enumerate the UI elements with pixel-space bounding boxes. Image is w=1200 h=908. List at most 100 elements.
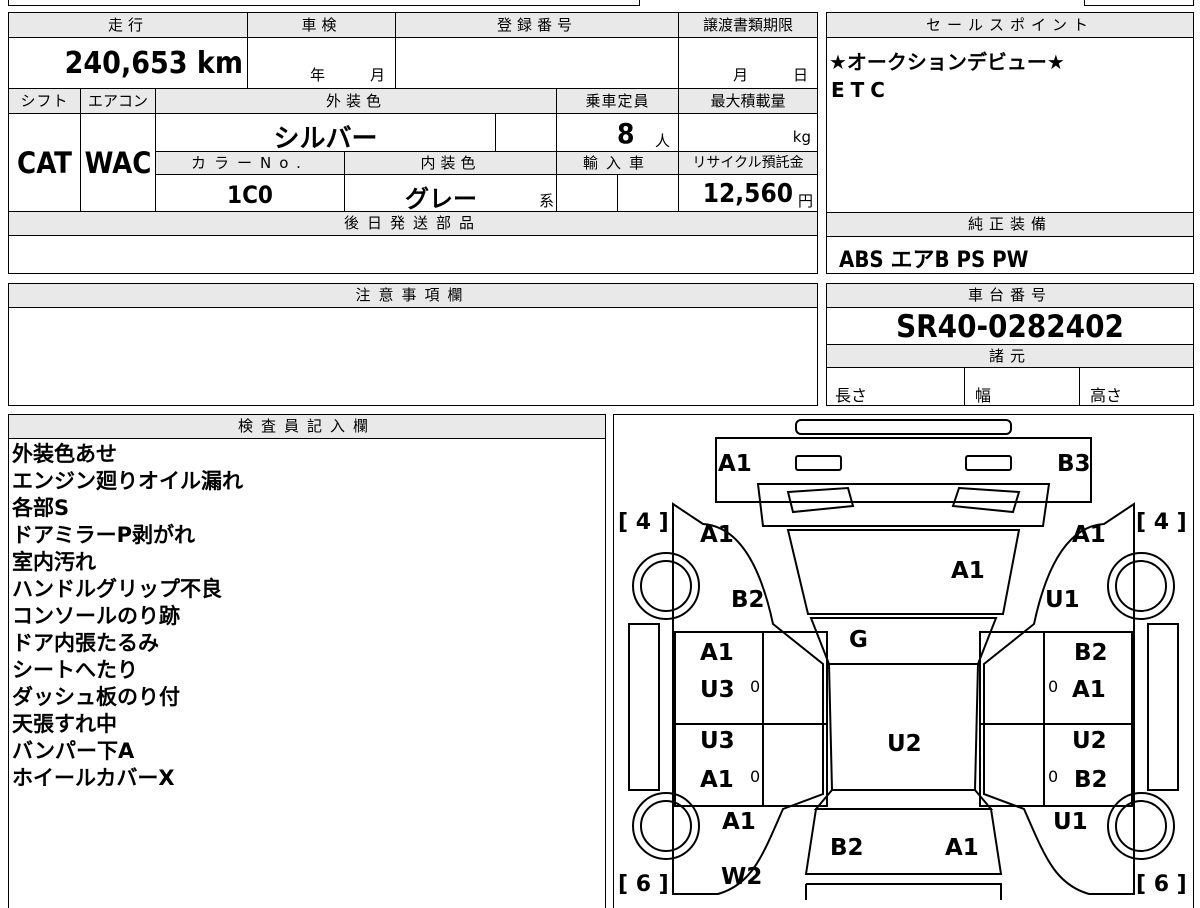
- mark-rear-right: A1: [945, 835, 979, 861]
- max-load-unit: kg: [792, 128, 811, 146]
- inspector-note: シートへたり: [12, 658, 138, 682]
- color-no-header: カラーNo.: [155, 151, 345, 175]
- mark-rear-bumper: W2: [721, 864, 763, 890]
- mark-rear-door-right-top: U2: [1072, 728, 1107, 754]
- recycle-header: リサイクル預託金: [678, 151, 818, 175]
- aircon-cell: WAC: [80, 113, 156, 212]
- interior-color-cell: グレー 系: [344, 174, 557, 212]
- mark-quarter-right: U1: [1053, 809, 1088, 835]
- max-load-cell: kg: [678, 113, 818, 152]
- mark-rear-door-right-bottom: B2: [1074, 767, 1108, 793]
- inspector-note: コンソールのり跡: [12, 604, 180, 628]
- chassis-number: SR40-0282402: [896, 309, 1124, 345]
- top-strip-right: [1084, 0, 1194, 6]
- exterior-color-cell: シルバー: [155, 113, 496, 152]
- sales-point-2: ETC: [831, 78, 891, 102]
- exterior-color-extra-cell: [495, 113, 557, 152]
- inspection-month-unit: 月: [370, 66, 386, 84]
- small-mark-rear-door-right: 0: [1048, 767, 1059, 786]
- transfer-deadline-header: 譲渡書類期限: [678, 12, 818, 38]
- import-cell-left: [556, 174, 618, 212]
- shift-header: シフト: [8, 88, 81, 114]
- inspector-note: ドアミラーP剥がれ: [12, 523, 195, 547]
- sales-point-1: ★オークションデビュー★: [829, 50, 1065, 74]
- mark-fender-lower-right: U1: [1045, 587, 1080, 613]
- equipment-cell: ABS エアB PS PW: [826, 236, 1194, 274]
- spec-length-cell: 長さ: [826, 367, 965, 406]
- mark-hood: A1: [951, 558, 985, 584]
- mark-front-door-left-top: A1: [700, 640, 734, 666]
- exterior-color-header: 外装色: [155, 88, 557, 114]
- mark-rear-door-left-bottom: A1: [700, 767, 734, 793]
- inspector-header: 検査員記入欄: [8, 414, 606, 439]
- sales-point-header: セールスポイント: [826, 12, 1194, 38]
- mark-quarter-left: A1: [722, 809, 756, 835]
- mark-front-door-left-bottom: U3: [700, 677, 735, 703]
- inspector-note: バンパー下A: [12, 739, 135, 763]
- spec-width-cell: 幅: [964, 367, 1080, 406]
- sales-point-cell: ★オークションデビュー★ ETC: [826, 37, 1194, 213]
- spec-width-label: 幅: [975, 386, 992, 405]
- mark-windshield: G: [849, 627, 868, 653]
- spec-height-label: 高さ: [1090, 386, 1123, 405]
- transfer-month-unit: 月: [733, 66, 749, 84]
- recycle-unit: 円: [797, 192, 813, 210]
- inspector-note: 天張すれ中: [12, 712, 117, 736]
- shift-value: CAT: [17, 146, 72, 180]
- mark-front-door-right-bottom: A1: [1072, 677, 1106, 703]
- color-no-value: 1C0: [227, 181, 273, 209]
- mark-fender-front-right: A1: [1072, 522, 1106, 548]
- small-mark-front-door-left: 0: [750, 677, 761, 696]
- inspector-note: エンジン廻りオイル漏れ: [12, 469, 243, 493]
- mark-rear-door-left-top: U3: [700, 728, 735, 754]
- inspector-note: 各部S: [12, 496, 70, 520]
- import-cell-right: [617, 174, 679, 212]
- mark-fender-front-left: A1: [700, 522, 734, 548]
- inspector-note: ホイールカバーX: [12, 766, 175, 790]
- capacity-unit: 人: [655, 132, 671, 150]
- small-mark-front-door-right: 0: [1048, 677, 1059, 696]
- import-header: 輸入車: [556, 151, 679, 175]
- mileage-value: 240,653 km: [64, 46, 243, 81]
- inspector-note: ハンドルグリップ不良: [12, 577, 222, 601]
- exterior-color-value: シルバー: [273, 124, 378, 152]
- mark-fender-lower-left: B2: [731, 587, 765, 613]
- registration-header: 登録番号: [395, 12, 679, 38]
- equipment-items: ABS エアB PS PW: [839, 248, 1029, 273]
- interior-color-header: 内装色: [344, 151, 557, 175]
- spec-length-label: 長さ: [835, 386, 868, 405]
- tire-tread-rear-right: [ 6 ]: [1136, 872, 1187, 897]
- inspection-year-unit: 年: [310, 66, 326, 84]
- top-strip: [8, 0, 640, 6]
- aircon-value: WAC: [84, 146, 152, 180]
- small-mark-rear-door-left: 0: [750, 767, 761, 786]
- mark-rear-left: B2: [830, 835, 864, 861]
- color-no-cell: 1C0: [155, 174, 345, 212]
- inspector-note: ダッシュ板のり付: [12, 685, 180, 709]
- mark-front-door-right-top: B2: [1074, 640, 1108, 666]
- interior-color-value: グレー: [405, 185, 477, 212]
- interior-color-suffix: 系: [538, 192, 554, 210]
- recycle-value: 12,560: [702, 179, 793, 209]
- caution-header: 注意事項欄: [8, 283, 818, 308]
- spec-height-cell: 高さ: [1079, 367, 1194, 406]
- later-parts-header: 後日発送部品: [8, 211, 818, 236]
- mark-front-bumper-right: B3: [1057, 451, 1091, 477]
- max-load-header: 最大積載量: [678, 88, 818, 114]
- tire-tread-front-left: [ 4 ]: [618, 510, 669, 535]
- specs-header: 諸元: [826, 344, 1194, 368]
- mark-roof: U2: [887, 731, 922, 757]
- mileage-header: 走行: [8, 12, 248, 38]
- inspector-note: ドア内張たるみ: [12, 631, 159, 655]
- recycle-cell: 12,560 円: [678, 174, 818, 212]
- mark-front-bumper-left: A1: [718, 451, 752, 477]
- mileage-cell: 240,653 km: [8, 37, 248, 89]
- capacity-header: 乗車定員: [556, 88, 679, 114]
- transfer-day-unit: 日: [793, 66, 809, 84]
- inspection-header: 車検: [247, 12, 396, 38]
- inspector-note: 外装色あせ: [12, 442, 117, 466]
- caution-cell: [8, 307, 818, 406]
- equipment-header: 純正装備: [826, 212, 1194, 237]
- tire-tread-front-right: [ 4 ]: [1136, 510, 1187, 535]
- chassis-cell: SR40-0282402: [826, 307, 1194, 345]
